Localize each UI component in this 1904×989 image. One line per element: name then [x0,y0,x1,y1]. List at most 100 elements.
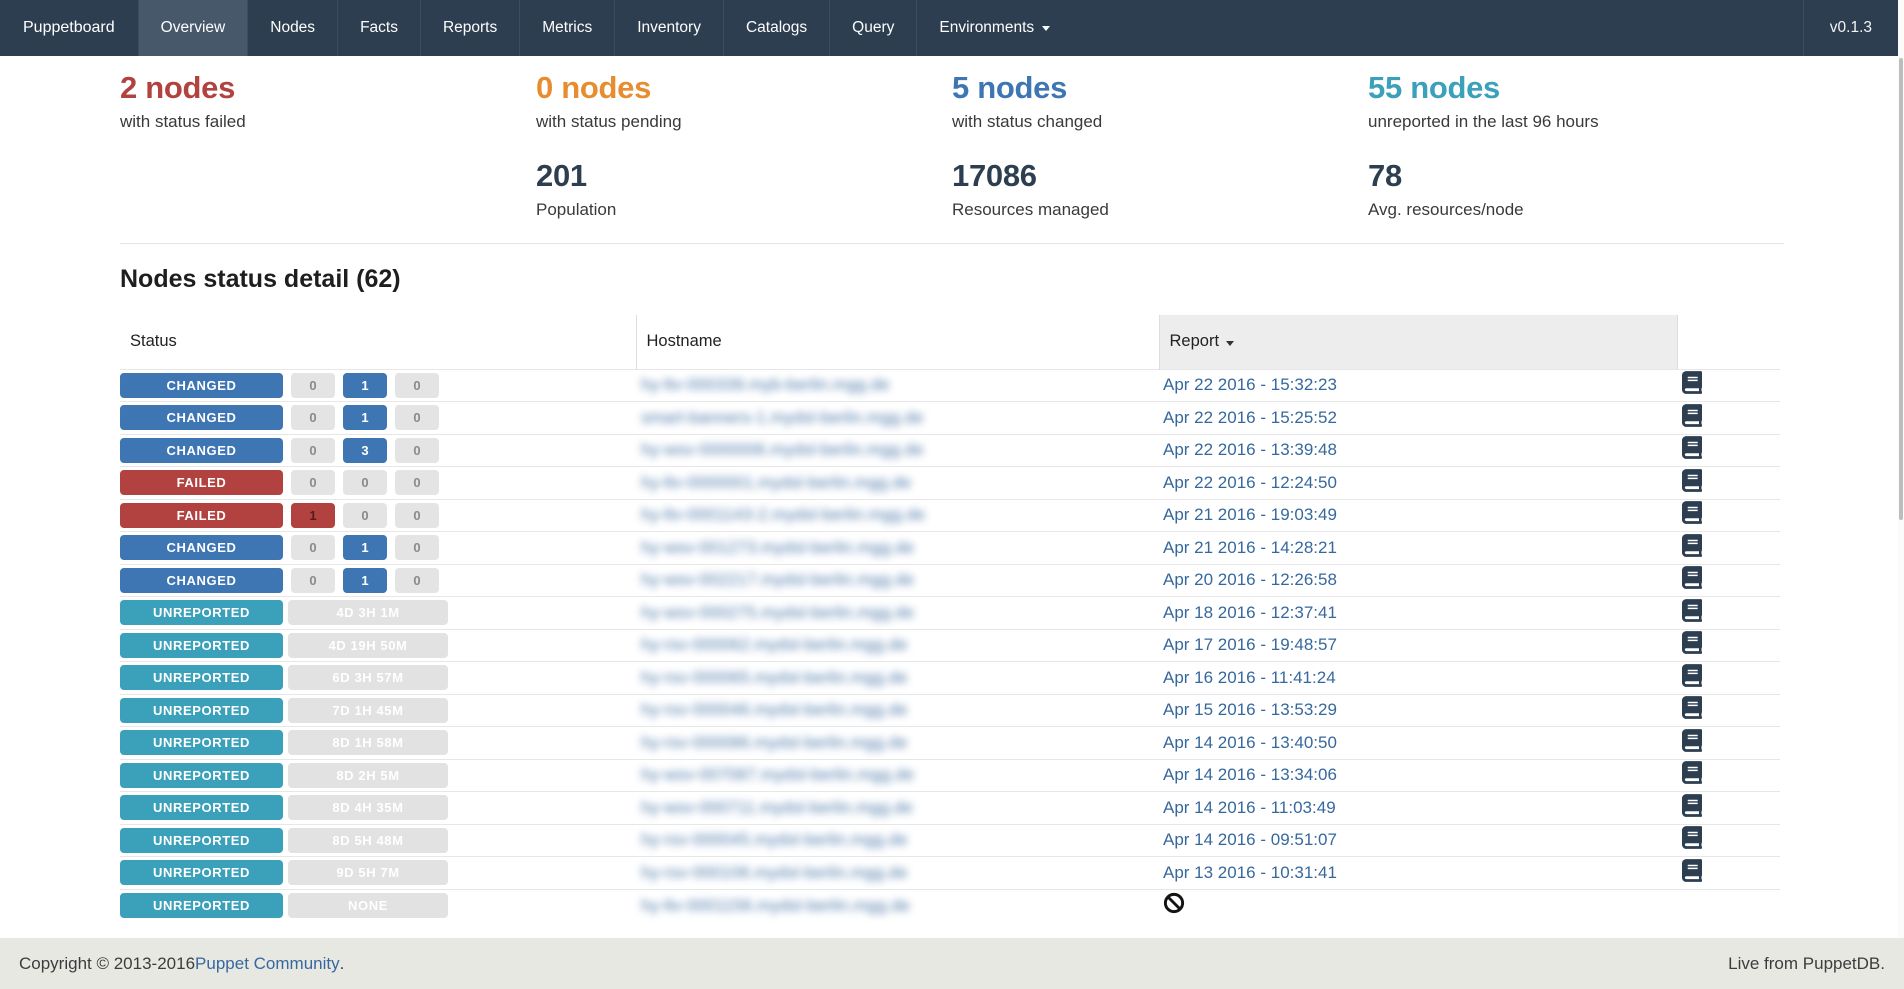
stat-resources: 17086Resources managed [952,157,1368,221]
duration-pill: 8D 2H 5M [288,763,448,788]
navbar: Puppetboard OverviewNodesFactsReportsMet… [0,0,1904,56]
duration-pill: 6D 3H 57M [288,665,448,690]
table-row: CHANGED010hy-ltv-000339.myb-berlin.mgg.d… [120,369,1780,402]
footer: Copyright © 2013-2016 Puppet Community .… [0,938,1904,989]
stat-avg-resources: 78Avg. resources/node [1368,157,1784,221]
nav-item-query[interactable]: Query [829,0,916,56]
report-link[interactable]: Apr 20 2016 - 12:26:58 [1163,570,1337,589]
hostname-link[interactable]: hy-ltv-0000001.mydsl-berlin.mgg.de [641,473,911,492]
report-link[interactable]: Apr 22 2016 - 12:24:50 [1163,473,1337,492]
book-icon[interactable] [1682,859,1702,882]
hostname-cell: hy-ltv-0001143-2.mydsl-berlin.mgg.de [636,499,1159,532]
th-hostname[interactable]: Hostname [636,315,1159,369]
count-pill: 0 [291,470,335,495]
puppet-community-link[interactable]: Puppet Community [195,954,340,974]
report-link[interactable]: Apr 21 2016 - 19:03:49 [1163,505,1337,524]
book-icon[interactable] [1682,469,1702,492]
th-status[interactable]: Status [120,315,636,369]
report-cell: Apr 22 2016 - 12:24:50 [1159,467,1677,500]
hostname-link[interactable]: hy-wsv-001273.mydsl-berlin.mgg.de [641,538,914,557]
book-icon[interactable] [1682,566,1702,589]
report-link[interactable]: Apr 22 2016 - 15:25:52 [1163,408,1337,427]
hostname-link[interactable]: hy-wsv-002217.mydsl-berlin.mgg.de [641,570,914,589]
scrollbar-track[interactable] [1898,0,1904,938]
hostname-link[interactable]: hy-rsv-000045.mydsl-berlin.mgg.de [641,830,907,849]
nav-item-overview[interactable]: Overview [138,0,248,56]
book-icon[interactable] [1682,696,1702,719]
th-report[interactable]: Report [1159,315,1677,369]
report-link[interactable]: Apr 14 2016 - 11:03:49 [1163,798,1336,817]
nav-item-facts[interactable]: Facts [337,0,420,56]
hostname-link[interactable]: hy-ltv-000339.myb-berlin.mgg.de [641,375,890,394]
nav-item-inventory[interactable]: Inventory [614,0,723,56]
nav-item-environments[interactable]: Environments [916,0,1072,56]
hostname-link[interactable]: hy-rsv-000065.mydsl-berlin.mgg.de [641,668,907,687]
table-row: UNREPORTED8D 4H 35Mhy-wsv-000711.mydsl-b… [120,792,1780,825]
nav-item-label: Query [852,19,894,37]
report-link[interactable]: Apr 14 2016 - 13:40:50 [1163,733,1337,752]
report-link[interactable]: Apr 15 2016 - 13:53:29 [1163,700,1337,719]
hostname-link[interactable]: smart-banners-1.mydsl-berlin.mgg.de [641,408,924,427]
book-icon[interactable] [1682,826,1702,849]
hostname-link[interactable]: hy-wsv-000711.mydsl-berlin.mgg.de [641,798,913,817]
status-badge: UNREPORTED [120,600,283,625]
book-icon[interactable] [1682,404,1702,427]
status-cell: UNREPORTED8D 1H 58M [120,727,636,760]
report-link[interactable]: Apr 13 2016 - 10:31:41 [1163,863,1337,882]
nav-item-reports[interactable]: Reports [420,0,519,56]
scrollbar-thumb[interactable] [1899,58,1903,520]
book-icon[interactable] [1682,729,1702,752]
report-link[interactable]: Apr 22 2016 - 13:39:48 [1163,440,1337,459]
stat-label: with status failed [120,111,536,133]
nav-item-catalogs[interactable]: Catalogs [723,0,829,56]
book-icon[interactable] [1682,794,1702,817]
report-link[interactable]: Apr 16 2016 - 11:41:24 [1163,668,1336,687]
nav-item-metrics[interactable]: Metrics [519,0,614,56]
book-icon[interactable] [1682,534,1702,557]
status-cell: UNREPORTED6D 3H 57M [120,662,636,695]
hostname-link[interactable]: hy-ltv-0001156.mydsl-berlin.mgg.de [641,896,910,915]
book-icon[interactable] [1682,371,1702,394]
report-cell: Apr 21 2016 - 14:28:21 [1159,532,1677,565]
hostname-link[interactable]: hy-wsv-000275.mydsl-berlin.mgg.de [641,603,914,622]
status-cell: CHANGED010 [120,402,636,435]
actions-cell [1677,889,1780,922]
status-cell: UNREPORTEDNONE [120,889,636,922]
actions-cell [1677,402,1780,435]
report-link[interactable]: Apr 14 2016 - 13:34:06 [1163,765,1337,784]
count-pill: 0 [395,470,439,495]
report-link[interactable]: Apr 17 2016 - 19:48:57 [1163,635,1337,654]
hostname-link[interactable]: hy-rsv-000106.mydsl-berlin.mgg.de [641,863,907,882]
book-icon[interactable] [1682,599,1702,622]
status-badge: CHANGED [120,535,283,560]
book-icon[interactable] [1682,501,1702,524]
hostname-link[interactable]: hy-ltv-0001143-2.mydsl-berlin.mgg.de [641,505,925,524]
hostname-link[interactable]: hy-wsv-007087.mydsl-berlin.mgg.de [641,765,914,784]
count-pill: 1 [343,568,387,593]
report-link[interactable]: Apr 14 2016 - 09:51:07 [1163,830,1337,849]
th-actions [1677,315,1780,369]
hostname-link[interactable]: hy-rsv-000086.mydsl-berlin.mgg.de [641,733,907,752]
hostname-link[interactable]: hy-rsv-000062.mydsl-berlin.mgg.de [641,635,907,654]
stat-label: Population [536,199,952,221]
brand-puppetboard[interactable]: Puppetboard [0,0,138,56]
status-cell: CHANGED010 [120,564,636,597]
count-pill: 0 [343,503,387,528]
book-icon[interactable] [1682,436,1702,459]
report-link[interactable]: Apr 18 2016 - 12:37:41 [1163,603,1337,622]
nav-item-nodes[interactable]: Nodes [247,0,337,56]
report-link[interactable]: Apr 21 2016 - 14:28:21 [1163,538,1337,557]
hostname-cell: hy-wsv-001273.mydsl-berlin.mgg.de [636,532,1159,565]
book-icon[interactable] [1682,664,1702,687]
report-link[interactable]: Apr 22 2016 - 15:32:23 [1163,375,1337,394]
status-cell: UNREPORTED4D 19H 50M [120,629,636,662]
actions-cell [1677,532,1780,565]
hostname-link[interactable]: hy-wsv-0000006.mydsl-berlin.mgg.de [641,440,924,459]
book-icon[interactable] [1682,761,1702,784]
status-badge: UNREPORTED [120,763,283,788]
hostname-link[interactable]: hy-rsv-000046.mydsl-berlin.mgg.de [641,700,907,719]
count-pill: 1 [343,535,387,560]
count-pill: 0 [291,373,335,398]
book-icon[interactable] [1682,631,1702,654]
actions-cell [1677,824,1780,857]
